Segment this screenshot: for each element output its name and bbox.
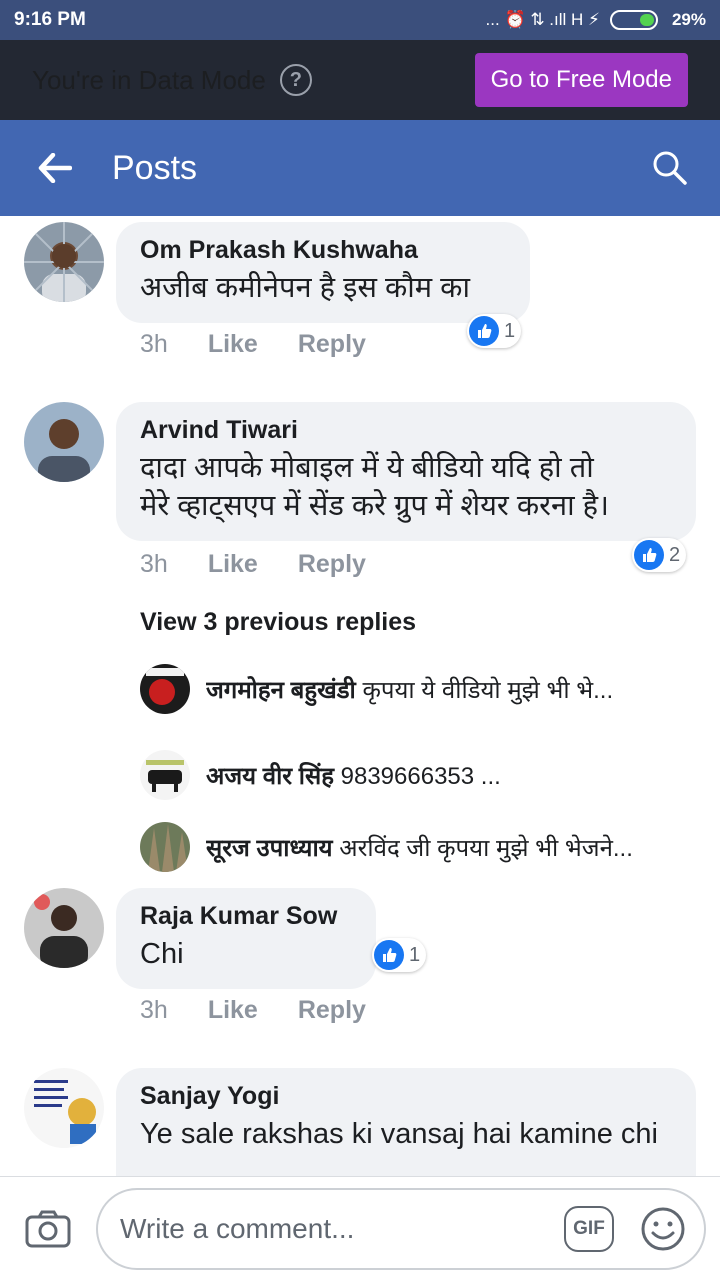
reply-text: अरविंद जी कृपया मुझे भी भेजने... [339, 834, 633, 862]
reply-item[interactable]: अजय वीर सिंह 9839666353 ... [140, 750, 700, 800]
comment-bubble[interactable]: Sanjay Yogi Ye sale rakshas ki vansaj ha… [116, 1068, 696, 1176]
avatar [140, 750, 190, 800]
reply-line: सूरज उपाध्याय अरविंद जी कृपया मुझे भी भे… [206, 831, 633, 864]
comment-actions: 3h Like Reply [140, 330, 366, 359]
comment-author[interactable]: Sanjay Yogi [140, 1082, 670, 1111]
reply-button[interactable]: Reply [298, 996, 366, 1025]
avatar[interactable] [24, 402, 104, 482]
like-button[interactable]: Like [208, 996, 258, 1025]
reply-author[interactable]: जगमोहन बहुखंडी [206, 677, 356, 704]
reply-item[interactable]: सूरज उपाध्याय अरविंद जी कृपया मुझे भी भे… [140, 822, 700, 872]
comment-text: अजीब कमीनेपन है इस कौम का [140, 272, 470, 304]
comment-actions: 3h Like Reply [140, 550, 366, 579]
question-circle-icon[interactable]: ? [279, 64, 312, 96]
status-time: 9:16 PM [14, 9, 86, 30]
data-mode-text: You're in Data Mode [32, 65, 266, 95]
battery-percent: 29% [671, 10, 706, 29]
like-button[interactable]: Like [208, 330, 258, 359]
status-bar: 9:16 PM ... ⏰ ⇅ .ıll H ⚡ 29% [0, 0, 720, 40]
status-indicators: ... ⏰ ⇅ .ıll H ⚡ 29% [486, 10, 706, 30]
like-button[interactable]: Like [208, 550, 258, 579]
comment-author[interactable]: Arvind Tiwari [140, 416, 670, 445]
avatar [140, 822, 190, 872]
avatar[interactable] [24, 1068, 104, 1148]
view-previous-replies-link[interactable]: View 3 previous replies [140, 608, 416, 637]
comment-composer: Write a comment... GIF [0, 1176, 720, 1280]
comment-time: 3h [140, 996, 168, 1024]
comment-bubble[interactable]: Om Prakash Kushwaha अजीब कमीनेपन है इस क… [116, 222, 530, 323]
comment-time: 3h [140, 550, 168, 578]
camera-icon[interactable] [0, 1177, 96, 1280]
data-mode-banner: You're in Data Mode ? Go to Free Mode [0, 40, 720, 120]
reaction-number: 1 [409, 943, 421, 966]
comment-text: Ye sale rakshas ki vansaj hai kamine chi [140, 1118, 658, 1150]
avatar[interactable] [24, 888, 104, 968]
reply-text: कृपया ये वीडियो मुझे भी भे... [362, 676, 614, 704]
reaction-number: 1 [504, 319, 516, 342]
reaction-number: 2 [669, 543, 681, 566]
reply-button[interactable]: Reply [298, 330, 366, 359]
comment-author[interactable]: Om Prakash Kushwaha [140, 236, 504, 265]
comment-actions: 3h Like Reply [140, 996, 366, 1025]
battery-icon [609, 10, 658, 30]
reaction-count[interactable]: 1 [372, 938, 427, 972]
comment-text-line-2: मेरे व्हाट्सएप में सेंड करे ग्रुप में शे… [140, 490, 610, 522]
comment-input-placeholder: Write a comment... [120, 1212, 355, 1244]
reply-line: जगमोहन बहुखंडी कृपया ये वीडियो मुझे भी भ… [206, 673, 613, 706]
reply-author[interactable]: सूरज उपाध्याय [206, 835, 333, 862]
page-title: Posts [112, 148, 198, 187]
avatar [140, 664, 190, 714]
smiley-icon[interactable] [640, 1206, 686, 1252]
reaction-count[interactable]: 1 [467, 314, 522, 348]
comment-bubble[interactable]: Raja Kumar Sow Chi [116, 888, 376, 989]
reaction-count[interactable]: 2 [632, 538, 687, 572]
comment-text: Chi [140, 938, 184, 970]
like-reaction-icon [469, 316, 499, 346]
search-icon[interactable] [620, 120, 720, 216]
comments-list[interactable]: Om Prakash Kushwaha अजीब कमीनेपन है इस क… [0, 216, 720, 1176]
comment-time: 3h [140, 330, 168, 358]
reply-text: 9839666353 ... [340, 762, 501, 790]
comment-author[interactable]: Raja Kumar Sow [140, 902, 350, 931]
reply-author[interactable]: अजय वीर सिंह [206, 763, 334, 790]
comment-text-line-1: दादा आपके मोबाइल में ये बीडियो यदि हो तो [140, 452, 594, 484]
reply-line: अजय वीर सिंह 9839666353 ... [206, 759, 501, 792]
like-reaction-icon [634, 540, 664, 570]
arrow-left-icon[interactable] [0, 120, 110, 216]
nav-bar: Posts [0, 120, 720, 216]
go-to-free-mode-button[interactable]: Go to Free Mode [474, 53, 688, 107]
signal-indicators: ... ⏰ ⇅ .ıll H ⚡ [485, 10, 600, 29]
like-reaction-icon [374, 940, 404, 970]
reply-item[interactable]: जगमोहन बहुखंडी कृपया ये वीडियो मुझे भी भ… [140, 664, 700, 714]
comment-bubble[interactable]: Arvind Tiwari दादा आपके मोबाइल में ये बी… [116, 402, 696, 541]
comment-input[interactable]: Write a comment... GIF [96, 1187, 706, 1270]
reply-button[interactable]: Reply [298, 550, 366, 579]
gif-button[interactable]: GIF [564, 1205, 614, 1252]
avatar[interactable] [24, 222, 104, 302]
